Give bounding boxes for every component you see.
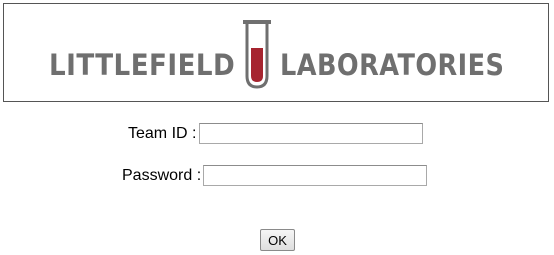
team-id-label: Team ID : bbox=[128, 125, 197, 142]
test-tube-icon bbox=[243, 20, 271, 89]
ok-button[interactable]: OK bbox=[260, 229, 295, 251]
team-id-input[interactable] bbox=[199, 123, 423, 144]
logo-text-laboratories: LABORATORIES bbox=[280, 48, 505, 82]
password-input[interactable] bbox=[203, 165, 427, 186]
password-label: Password : bbox=[122, 167, 202, 184]
logo-text-littlefield: LITTLEFIELD bbox=[49, 48, 236, 82]
banner-logo: LITTLEFIELD LABORATORIES bbox=[3, 3, 549, 102]
